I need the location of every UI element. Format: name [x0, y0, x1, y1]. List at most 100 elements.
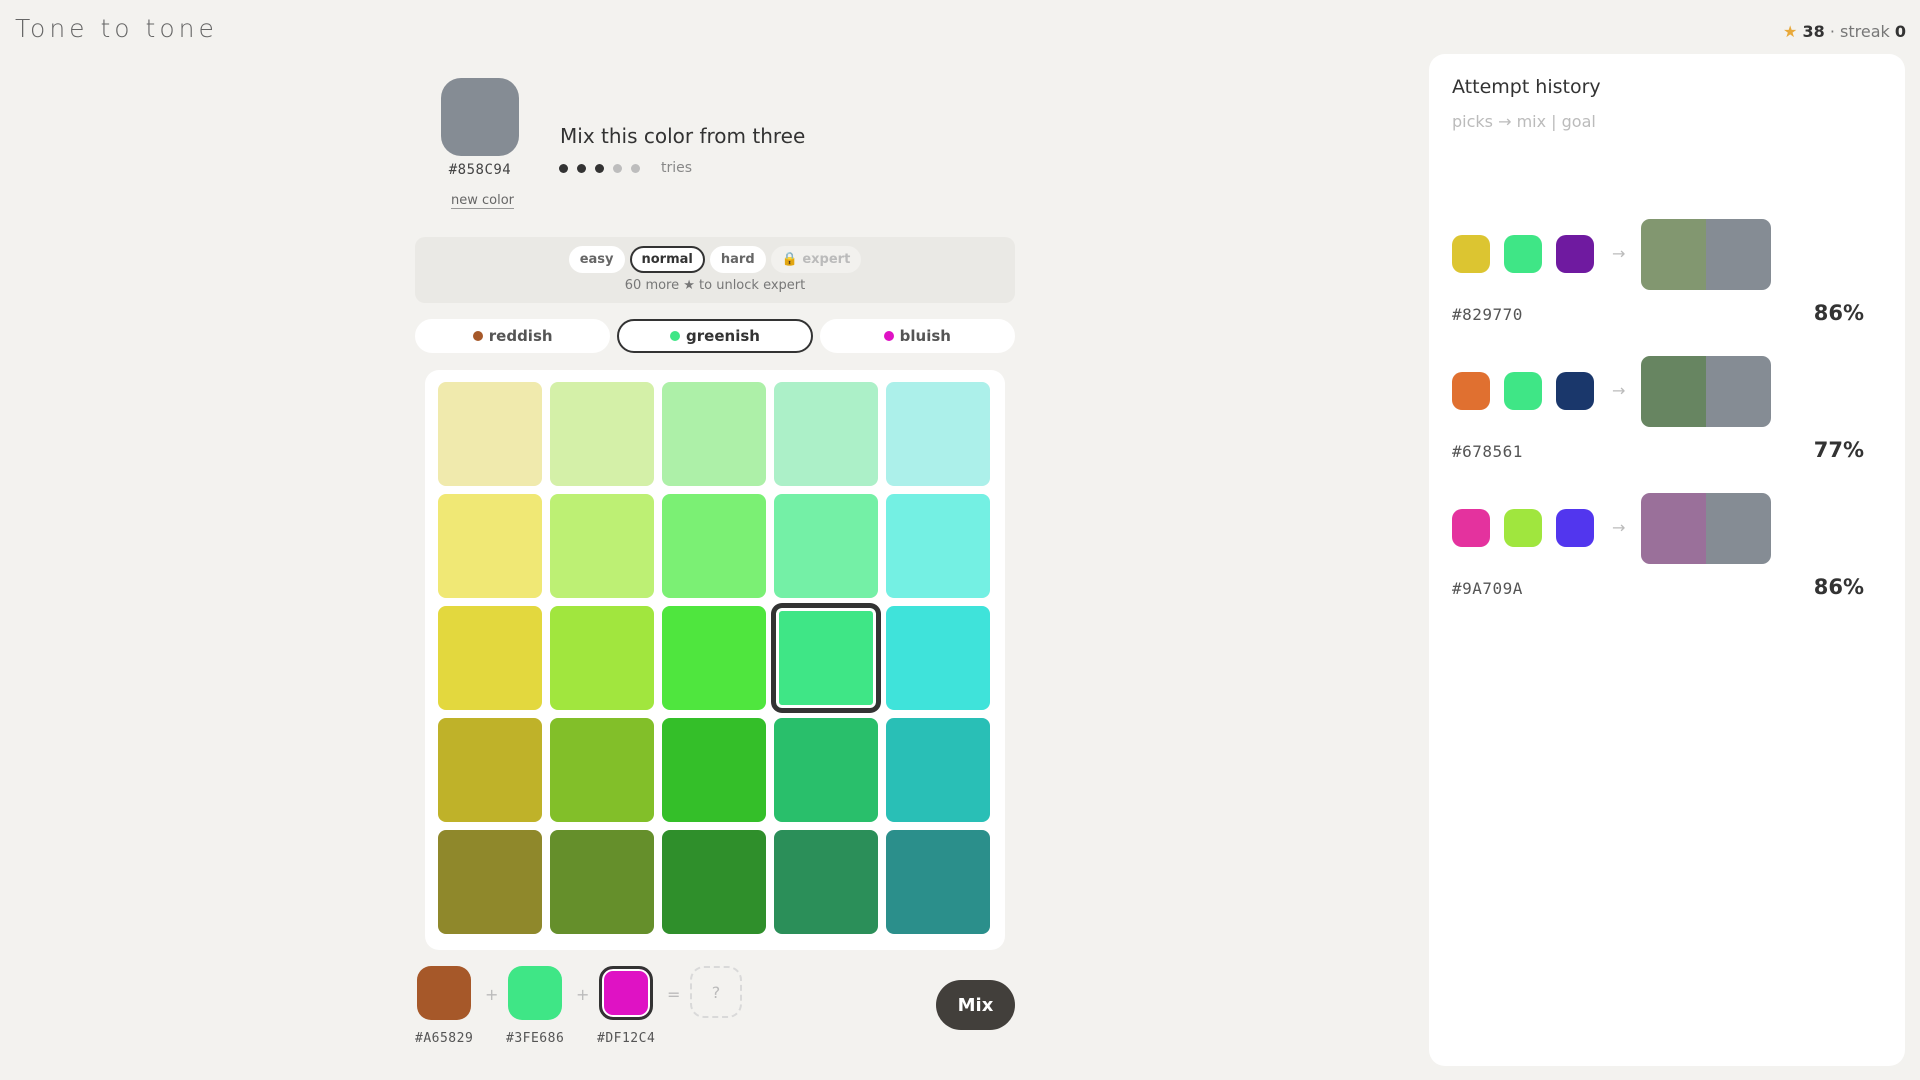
arrow-icon: →: [1612, 381, 1626, 400]
color-cell[interactable]: [662, 718, 766, 822]
pick-1-swatch[interactable]: [417, 966, 472, 1020]
color-cell[interactable]: [774, 382, 878, 486]
try-dot: [631, 163, 640, 173]
color-cell[interactable]: [662, 494, 766, 598]
new-color-link[interactable]: new color: [451, 193, 515, 209]
streak-count: 0: [1894, 22, 1906, 41]
tab-reddish[interactable]: reddish: [415, 319, 611, 353]
difficulty-expert: 🔒 expert: [770, 246, 862, 273]
color-cell[interactable]: [550, 830, 654, 934]
color-cell[interactable]: [886, 606, 990, 710]
pick-3[interactable]: #DF12C4: [597, 966, 655, 1046]
mix-vs-goal-swatch: [1641, 493, 1771, 564]
pick-3-swatch[interactable]: [599, 966, 654, 1020]
color-cell[interactable]: [550, 718, 654, 822]
color-cell[interactable]: [438, 606, 542, 710]
color-cell[interactable]: [662, 830, 766, 934]
difficulty-normal[interactable]: normal: [629, 246, 705, 273]
attempt-pick-swatch: [1556, 372, 1594, 410]
attempt-hex: #678561: [1452, 442, 1523, 461]
color-cell[interactable]: [438, 382, 542, 486]
color-cell[interactable]: [662, 606, 766, 710]
color-cell[interactable]: [550, 494, 654, 598]
pick-2-swatch[interactable]: [508, 966, 563, 1020]
attempt-pick-swatch: [1452, 509, 1490, 547]
mix-button[interactable]: Mix: [936, 980, 1015, 1030]
tries-indicator: tries: [559, 160, 692, 176]
difficulty-hard[interactable]: hard: [709, 246, 766, 273]
color-cell[interactable]: [886, 830, 990, 934]
goal-swatch: [1706, 356, 1771, 427]
star-count: 38: [1802, 22, 1825, 41]
attempt-entry: → #9A709A 86%: [1452, 493, 1882, 613]
attempt-entry: → #678561 77%: [1452, 356, 1882, 476]
history-title: Attempt history: [1452, 76, 1601, 98]
color-cell[interactable]: [550, 606, 654, 710]
arrow-icon: →: [1612, 244, 1626, 263]
pick-2-hex: #3FE686: [506, 1031, 565, 1046]
pick-2[interactable]: #3FE686: [506, 966, 564, 1046]
family-tabs: reddish greenish bluish: [415, 319, 1015, 353]
attempt-pick-swatch: [1556, 509, 1594, 547]
mix-vs-goal-swatch: [1641, 219, 1771, 290]
attempt-pick-swatch: [1556, 235, 1594, 273]
color-cell[interactable]: [886, 718, 990, 822]
difficulty-easy[interactable]: easy: [568, 246, 625, 273]
attempt-score: 86%: [1813, 301, 1864, 325]
plus-sign: +: [485, 985, 499, 1004]
family-dot-icon: [472, 331, 483, 341]
target-swatch: [441, 78, 519, 156]
color-cell[interactable]: [886, 382, 990, 486]
attempt-pick-swatch: [1504, 235, 1542, 273]
tab-greenish[interactable]: greenish: [617, 319, 813, 353]
try-dot: [559, 163, 568, 173]
mix-swatch: [1641, 493, 1706, 564]
color-grid: [438, 382, 990, 934]
arrow-icon: →: [1612, 518, 1626, 537]
unlock-note: 60 more ★ to unlock expert: [624, 278, 806, 293]
color-cell[interactable]: [886, 494, 990, 598]
difficulty-options: easy normal hard 🔒 expert: [415, 246, 1015, 273]
streak-label: · streak: [1829, 22, 1890, 41]
attempt-score: 86%: [1813, 575, 1864, 599]
try-dot: [595, 163, 604, 173]
color-cell[interactable]: [774, 718, 878, 822]
attempt-pick-swatch: [1452, 235, 1490, 273]
color-cell[interactable]: [550, 382, 654, 486]
color-cell[interactable]: [774, 830, 878, 934]
try-dot: [613, 163, 622, 173]
attempt-pick-swatch: [1452, 372, 1490, 410]
tab-label: bluish: [899, 327, 951, 345]
color-cell[interactable]: [774, 494, 878, 598]
attempt-history-panel: Attempt history picks → mix | goal → #829…: [1429, 54, 1905, 1066]
color-cell[interactable]: [662, 382, 766, 486]
target-color: #858C94: [441, 78, 519, 178]
pick-1[interactable]: #A65829: [415, 966, 473, 1046]
pick-3-hex: #DF12C4: [597, 1031, 656, 1046]
score-display: ★ 38 · streak 0: [1783, 22, 1906, 41]
color-cell[interactable]: [438, 830, 542, 934]
attempt-hex: #9A709A: [1452, 579, 1523, 598]
family-dot-icon: [883, 331, 894, 341]
tab-bluish[interactable]: bluish: [819, 319, 1015, 353]
prompt-text: Mix this color from three: [560, 124, 806, 148]
attempt-entry: → #829770 86%: [1452, 219, 1882, 339]
pick-1-hex: #A65829: [415, 1031, 474, 1046]
attempt-hex: #829770: [1452, 305, 1523, 324]
color-grid-panel: [425, 370, 1005, 950]
color-cell[interactable]: [438, 494, 542, 598]
history-subtitle: picks → mix | goal: [1452, 112, 1596, 131]
color-cell[interactable]: [438, 718, 542, 822]
goal-swatch: [1706, 219, 1771, 290]
plus-sign: +: [576, 985, 590, 1004]
mix-swatch: [1641, 356, 1706, 427]
color-cell[interactable]: [773, 605, 879, 711]
tab-label: greenish: [686, 327, 760, 345]
mix-vs-goal-swatch: [1641, 356, 1771, 427]
try-dot: [577, 163, 586, 173]
family-dot-icon: [670, 331, 681, 341]
mix-result-slot: ?: [690, 966, 742, 1018]
attempt-pick-swatch: [1504, 372, 1542, 410]
app-title: Tone to tone: [15, 14, 218, 43]
goal-swatch: [1706, 493, 1771, 564]
